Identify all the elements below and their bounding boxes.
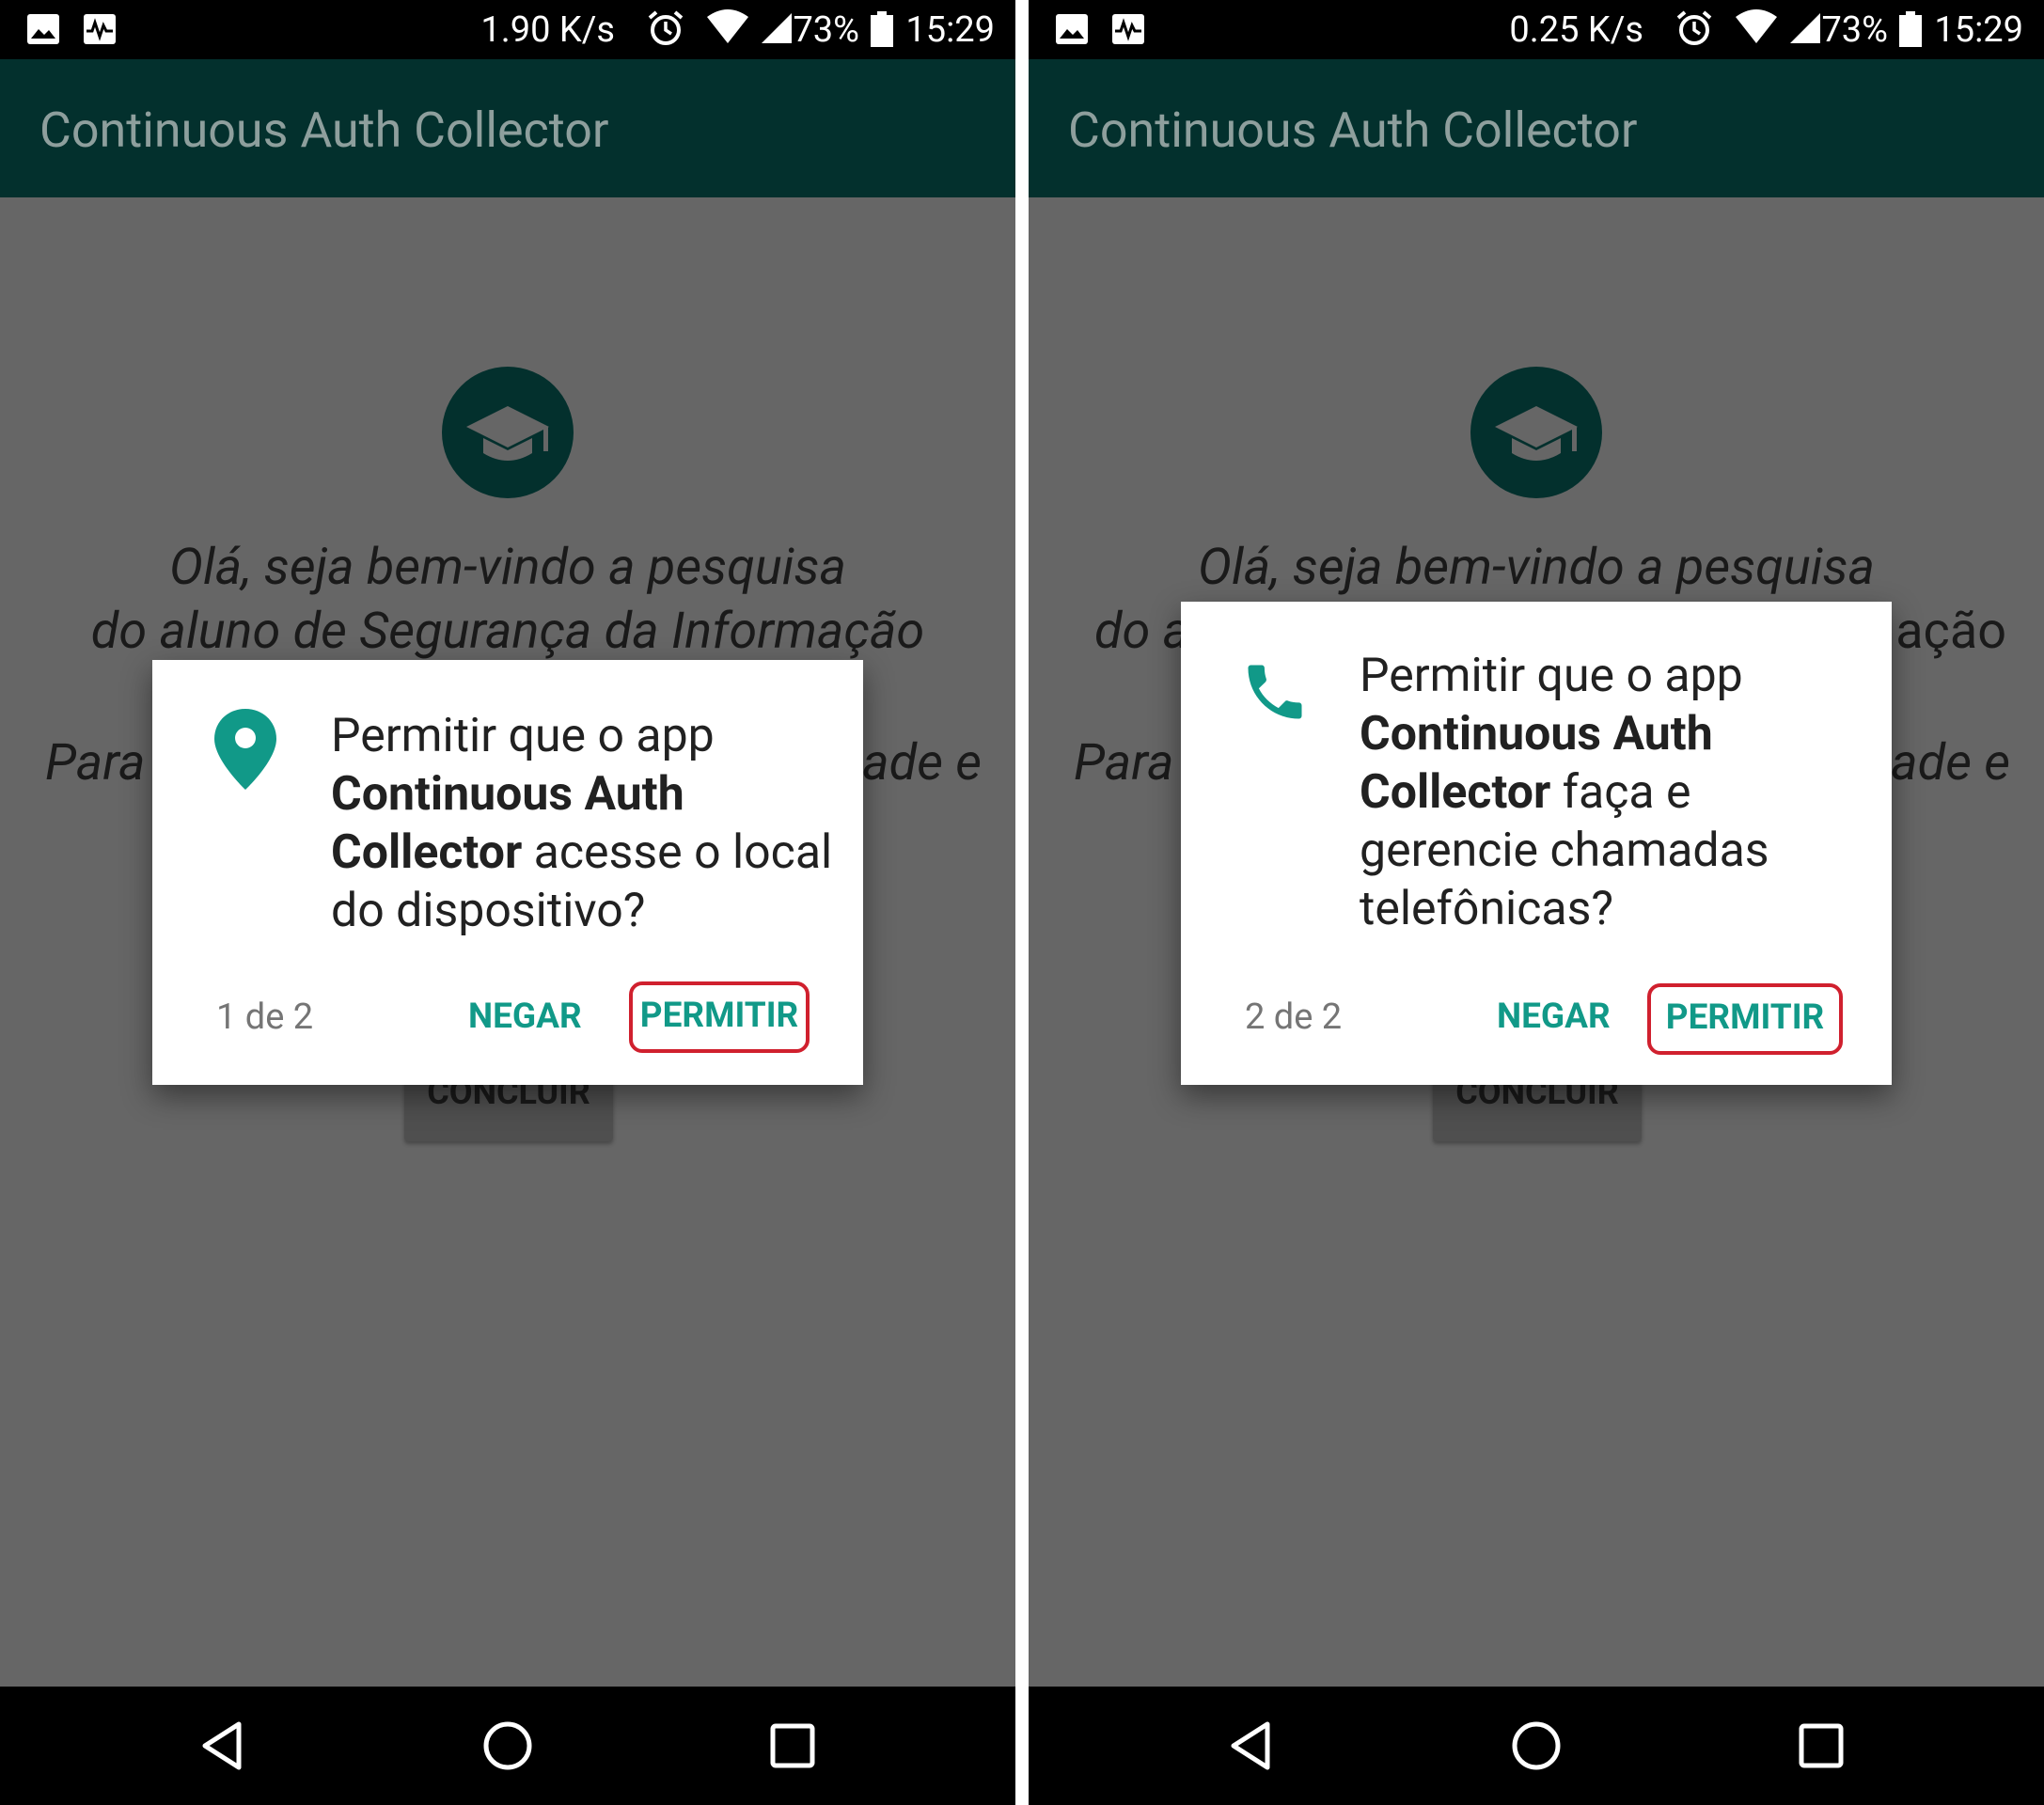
back-icon[interactable] — [192, 1715, 254, 1777]
alarm-icon — [1676, 10, 1712, 45]
clock: 15:29 — [905, 9, 995, 51]
battery-icon — [871, 11, 893, 47]
wifi-icon — [707, 9, 748, 43]
app-title: Continuous Auth Collector — [39, 102, 609, 159]
allow-button[interactable]: PERMITIR — [1647, 983, 1843, 1055]
alarm-icon — [648, 10, 684, 45]
permission-dialog: Permitir que o app Continuous Auth Colle… — [1181, 602, 1892, 1085]
gallery-notification-icon — [27, 14, 59, 44]
permission-dialog: Permitir que o app Continuous Auth Colle… — [152, 660, 863, 1085]
home-icon[interactable] — [1505, 1715, 1567, 1777]
location-pin-icon — [214, 709, 276, 790]
cell-signal-icon — [762, 13, 792, 43]
phone-icon — [1248, 665, 1302, 719]
battery-percent: 73% — [1821, 9, 1888, 51]
deny-button[interactable]: NEGAR — [1497, 995, 1611, 1040]
permission-counter: 1 de 2 — [216, 997, 314, 1038]
intro-text-start: Para — [1074, 733, 1174, 793]
panel-divider — [1015, 0, 1029, 1805]
activity-notification-icon — [84, 14, 116, 44]
app-bar: Continuous Auth Collector — [1029, 59, 2044, 197]
graduation-cap-icon — [1495, 406, 1578, 461]
intro-text-end: ade e — [862, 733, 982, 793]
cell-signal-icon — [1790, 13, 1820, 43]
permission-counter: 2 de 2 — [1245, 997, 1343, 1038]
message-prefix: Permitir que o app — [331, 709, 715, 763]
activity-notification-icon — [1112, 14, 1144, 44]
permission-message: Permitir que o app Continuous Auth Colle… — [331, 707, 839, 940]
network-speed: 0.25 K/s — [1509, 9, 1643, 51]
battery-percent: 73% — [793, 9, 859, 51]
status-bar: 1.90 K/s 73% 15:29 — [0, 0, 1015, 59]
clock: 15:29 — [1934, 9, 2023, 51]
battery-icon — [1899, 11, 1922, 47]
app-title: Continuous Auth Collector — [1068, 102, 1638, 159]
welcome-line-2: do aluno de Segurança da Informação — [90, 602, 925, 661]
welcome-line-1: Olá, seja bem-vindo a pesquisa — [1197, 538, 1876, 597]
network-speed: 1.90 K/s — [480, 9, 615, 51]
home-icon[interactable] — [477, 1715, 539, 1777]
welcome-line-1: Olá, seja bem-vindo a pesquisa — [168, 538, 847, 597]
app-bar: Continuous Auth Collector — [0, 59, 1015, 197]
welcome-line-2-end: ação — [1895, 602, 2006, 661]
phone-screen-right: 0.25 K/s 73% 15:29 Continuous Auth Colle… — [1029, 0, 2044, 1805]
allow-button[interactable]: PERMITIR — [629, 981, 810, 1053]
message-prefix: Permitir que o app — [1360, 649, 1743, 703]
phone-screen-left: 1.90 K/s 73% 15:29 Continuous Auth Colle… — [0, 0, 1015, 1805]
gallery-notification-icon — [1056, 14, 1088, 44]
permission-message: Permitir que o app Continuous Auth Colle… — [1360, 647, 1867, 938]
app-logo — [1470, 367, 1602, 498]
app-logo — [442, 367, 574, 498]
deny-button[interactable]: NEGAR — [468, 995, 582, 1040]
navigation-bar — [1029, 1687, 2044, 1805]
wifi-icon — [1736, 9, 1777, 43]
recent-apps-icon[interactable] — [762, 1715, 824, 1777]
intro-text-end: ade e — [1891, 733, 2010, 793]
welcome-line-2-start: do a — [1094, 602, 1190, 661]
recent-apps-icon[interactable] — [1790, 1715, 1852, 1777]
intro-text-start: Para — [45, 733, 146, 793]
status-bar: 0.25 K/s 73% 15:29 — [1029, 0, 2044, 59]
graduation-cap-icon — [466, 406, 549, 461]
navigation-bar — [0, 1687, 1015, 1805]
back-icon[interactable] — [1220, 1715, 1282, 1777]
